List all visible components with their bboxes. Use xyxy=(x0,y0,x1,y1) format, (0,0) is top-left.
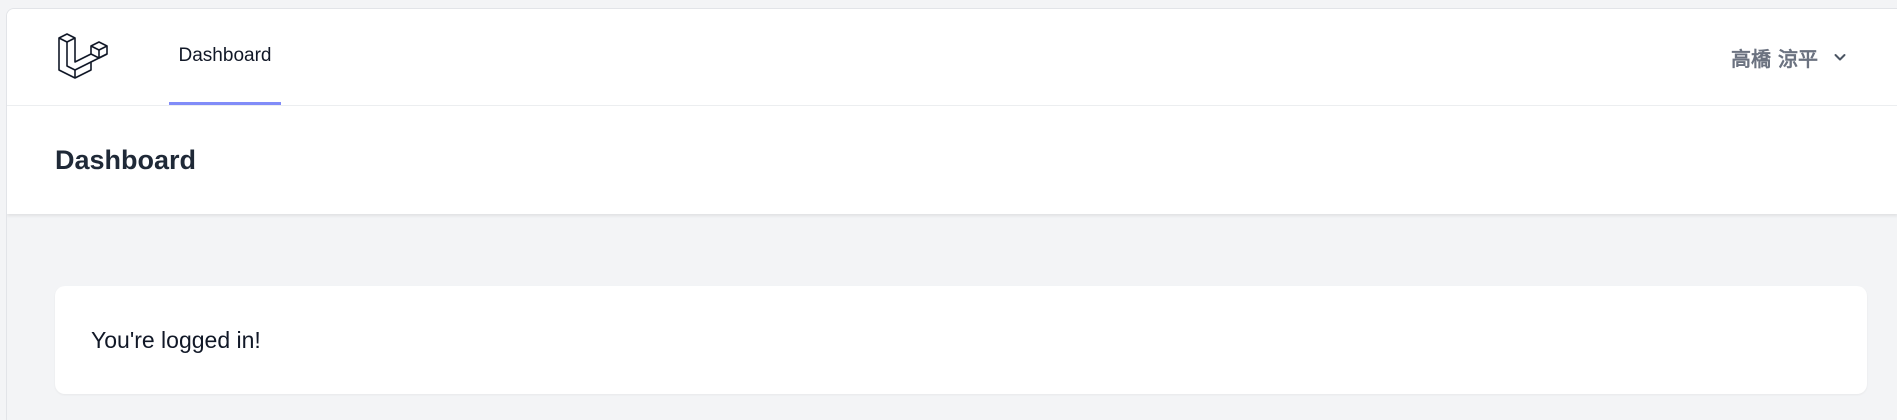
page-title: Dashboard xyxy=(55,144,197,175)
laravel-logo-icon[interactable] xyxy=(57,32,109,82)
page-header: Dashboard xyxy=(7,106,1897,214)
app-window: Dashboard 高橋 涼平 Dashboard You're logged … xyxy=(6,8,1897,420)
logged-in-message: You're logged in! xyxy=(91,326,261,353)
user-name: 高橋 涼平 xyxy=(1731,46,1818,71)
nav-link-dashboard[interactable]: Dashboard xyxy=(169,9,281,105)
chevron-down-icon xyxy=(1832,49,1848,65)
top-navigation: Dashboard 高橋 涼平 xyxy=(7,9,1897,106)
user-dropdown-trigger[interactable]: 高橋 涼平 xyxy=(1731,9,1848,105)
content-card: You're logged in! xyxy=(55,286,1867,394)
